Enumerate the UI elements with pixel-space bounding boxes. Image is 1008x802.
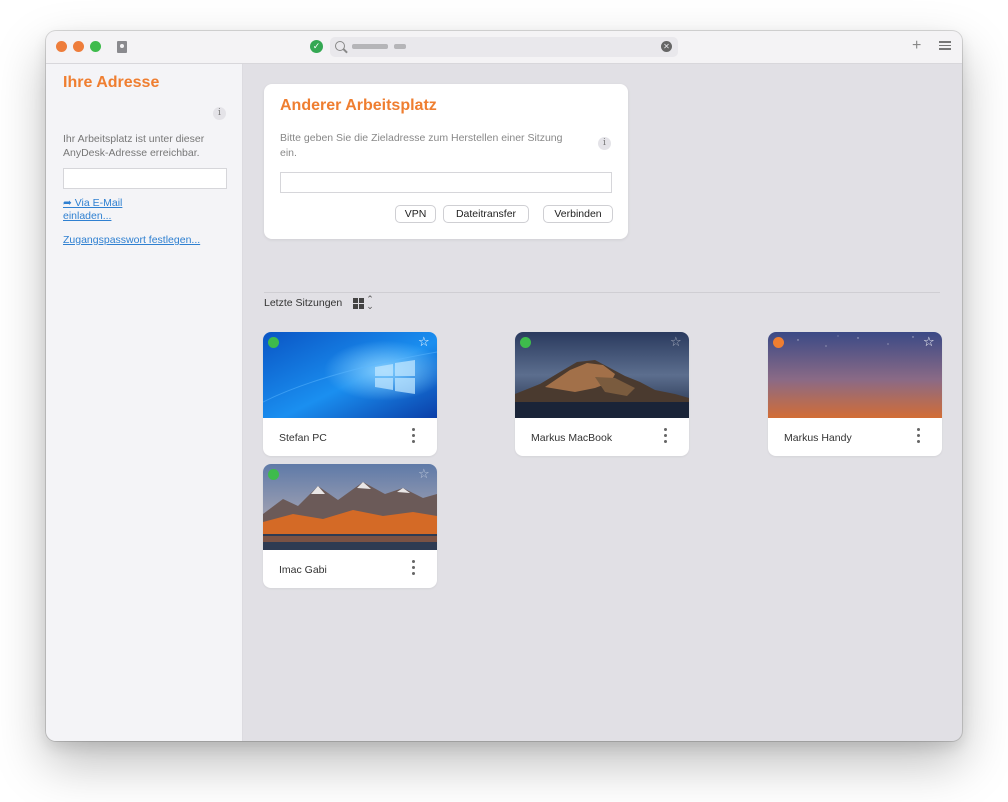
- hamburger-menu-icon[interactable]: [939, 41, 951, 51]
- address-book-icon[interactable]: [117, 41, 127, 53]
- anydesk-window: ✓ ✕ + Ihre Adresse i Ihr Arbeitsplatz is…: [46, 31, 962, 741]
- clear-search-icon[interactable]: ✕: [661, 41, 672, 52]
- connection-status-icon: ✓: [310, 40, 323, 53]
- more-options-icon[interactable]: [664, 428, 668, 446]
- session-card[interactable]: ☆ Stefan PC: [263, 332, 437, 456]
- sidebar: Ihre Adresse i Ihr Arbeitsplatz ist unte…: [46, 64, 243, 741]
- session-thumbnail: ☆: [263, 464, 437, 550]
- session-card[interactable]: ☆ Markus Handy: [768, 332, 942, 456]
- new-tab-plus-icon[interactable]: +: [912, 37, 921, 55]
- session-thumbnail: ☆: [515, 332, 689, 418]
- more-options-icon[interactable]: [412, 560, 416, 578]
- recent-sessions-label: Letzte Sitzungen: [264, 297, 343, 309]
- online-status-icon: [268, 469, 279, 480]
- address-search-input[interactable]: ✕: [330, 37, 678, 57]
- favorite-star-icon[interactable]: ☆: [418, 334, 430, 350]
- main-area: Anderer Arbeitsplatz Bitte geben Sie die…: [243, 64, 962, 741]
- favorite-star-icon[interactable]: ☆: [923, 334, 935, 350]
- session-name: Markus MacBook: [531, 432, 613, 444]
- session-name: Imac Gabi: [279, 564, 327, 576]
- set-password-link[interactable]: Zugangspasswort festlegen...: [63, 234, 200, 247]
- remote-desk-card: Anderer Arbeitsplatz Bitte geben Sie die…: [264, 84, 628, 239]
- session-card[interactable]: ☆ Markus MacBook: [515, 332, 689, 456]
- card-title: Anderer Arbeitsplatz: [280, 97, 437, 114]
- online-status-icon: [268, 337, 279, 348]
- own-address-field[interactable]: [63, 168, 227, 189]
- online-status-icon: [520, 337, 531, 348]
- zoom-window-button[interactable]: [90, 41, 101, 52]
- titlebar: ✓ ✕ +: [46, 31, 962, 64]
- session-name: Markus Handy: [784, 432, 852, 444]
- connect-button[interactable]: Verbinden: [543, 205, 613, 223]
- favorite-star-icon[interactable]: ☆: [670, 334, 682, 350]
- close-window-button[interactable]: [56, 41, 67, 52]
- vpn-button[interactable]: VPN: [395, 205, 436, 223]
- offline-status-icon: [773, 337, 784, 348]
- view-toggle-chevron-icon[interactable]: ⌃ ⌄: [366, 295, 374, 311]
- more-options-icon[interactable]: [917, 428, 921, 446]
- sidebar-description: Ihr Arbeitsplatz ist unter dieser AnyDes…: [63, 133, 205, 159]
- redacted-text: [394, 44, 406, 49]
- more-options-icon[interactable]: [412, 428, 416, 446]
- session-thumbnail: ☆: [768, 332, 942, 418]
- grid-view-icon[interactable]: [353, 298, 365, 310]
- divider: [264, 292, 940, 293]
- favorite-star-icon[interactable]: ☆: [418, 466, 430, 482]
- info-icon[interactable]: i: [213, 107, 226, 120]
- info-icon[interactable]: i: [598, 137, 611, 150]
- sidebar-title: Ihre Adresse: [63, 74, 160, 91]
- card-description: Bitte geben Sie die Zieladresse zum Hers…: [280, 132, 563, 159]
- search-icon: [335, 41, 345, 51]
- session-card[interactable]: ☆ Imac Gabi: [263, 464, 437, 588]
- redacted-text: [352, 44, 388, 49]
- session-name: Stefan PC: [279, 432, 327, 444]
- file-transfer-button[interactable]: Dateitransfer: [443, 205, 529, 223]
- invite-email-link[interactable]: ➦ Via E-Mail einladen...: [63, 197, 143, 223]
- session-thumbnail: ☆: [263, 332, 437, 418]
- remote-address-input[interactable]: [280, 172, 612, 193]
- minimize-window-button[interactable]: [73, 41, 84, 52]
